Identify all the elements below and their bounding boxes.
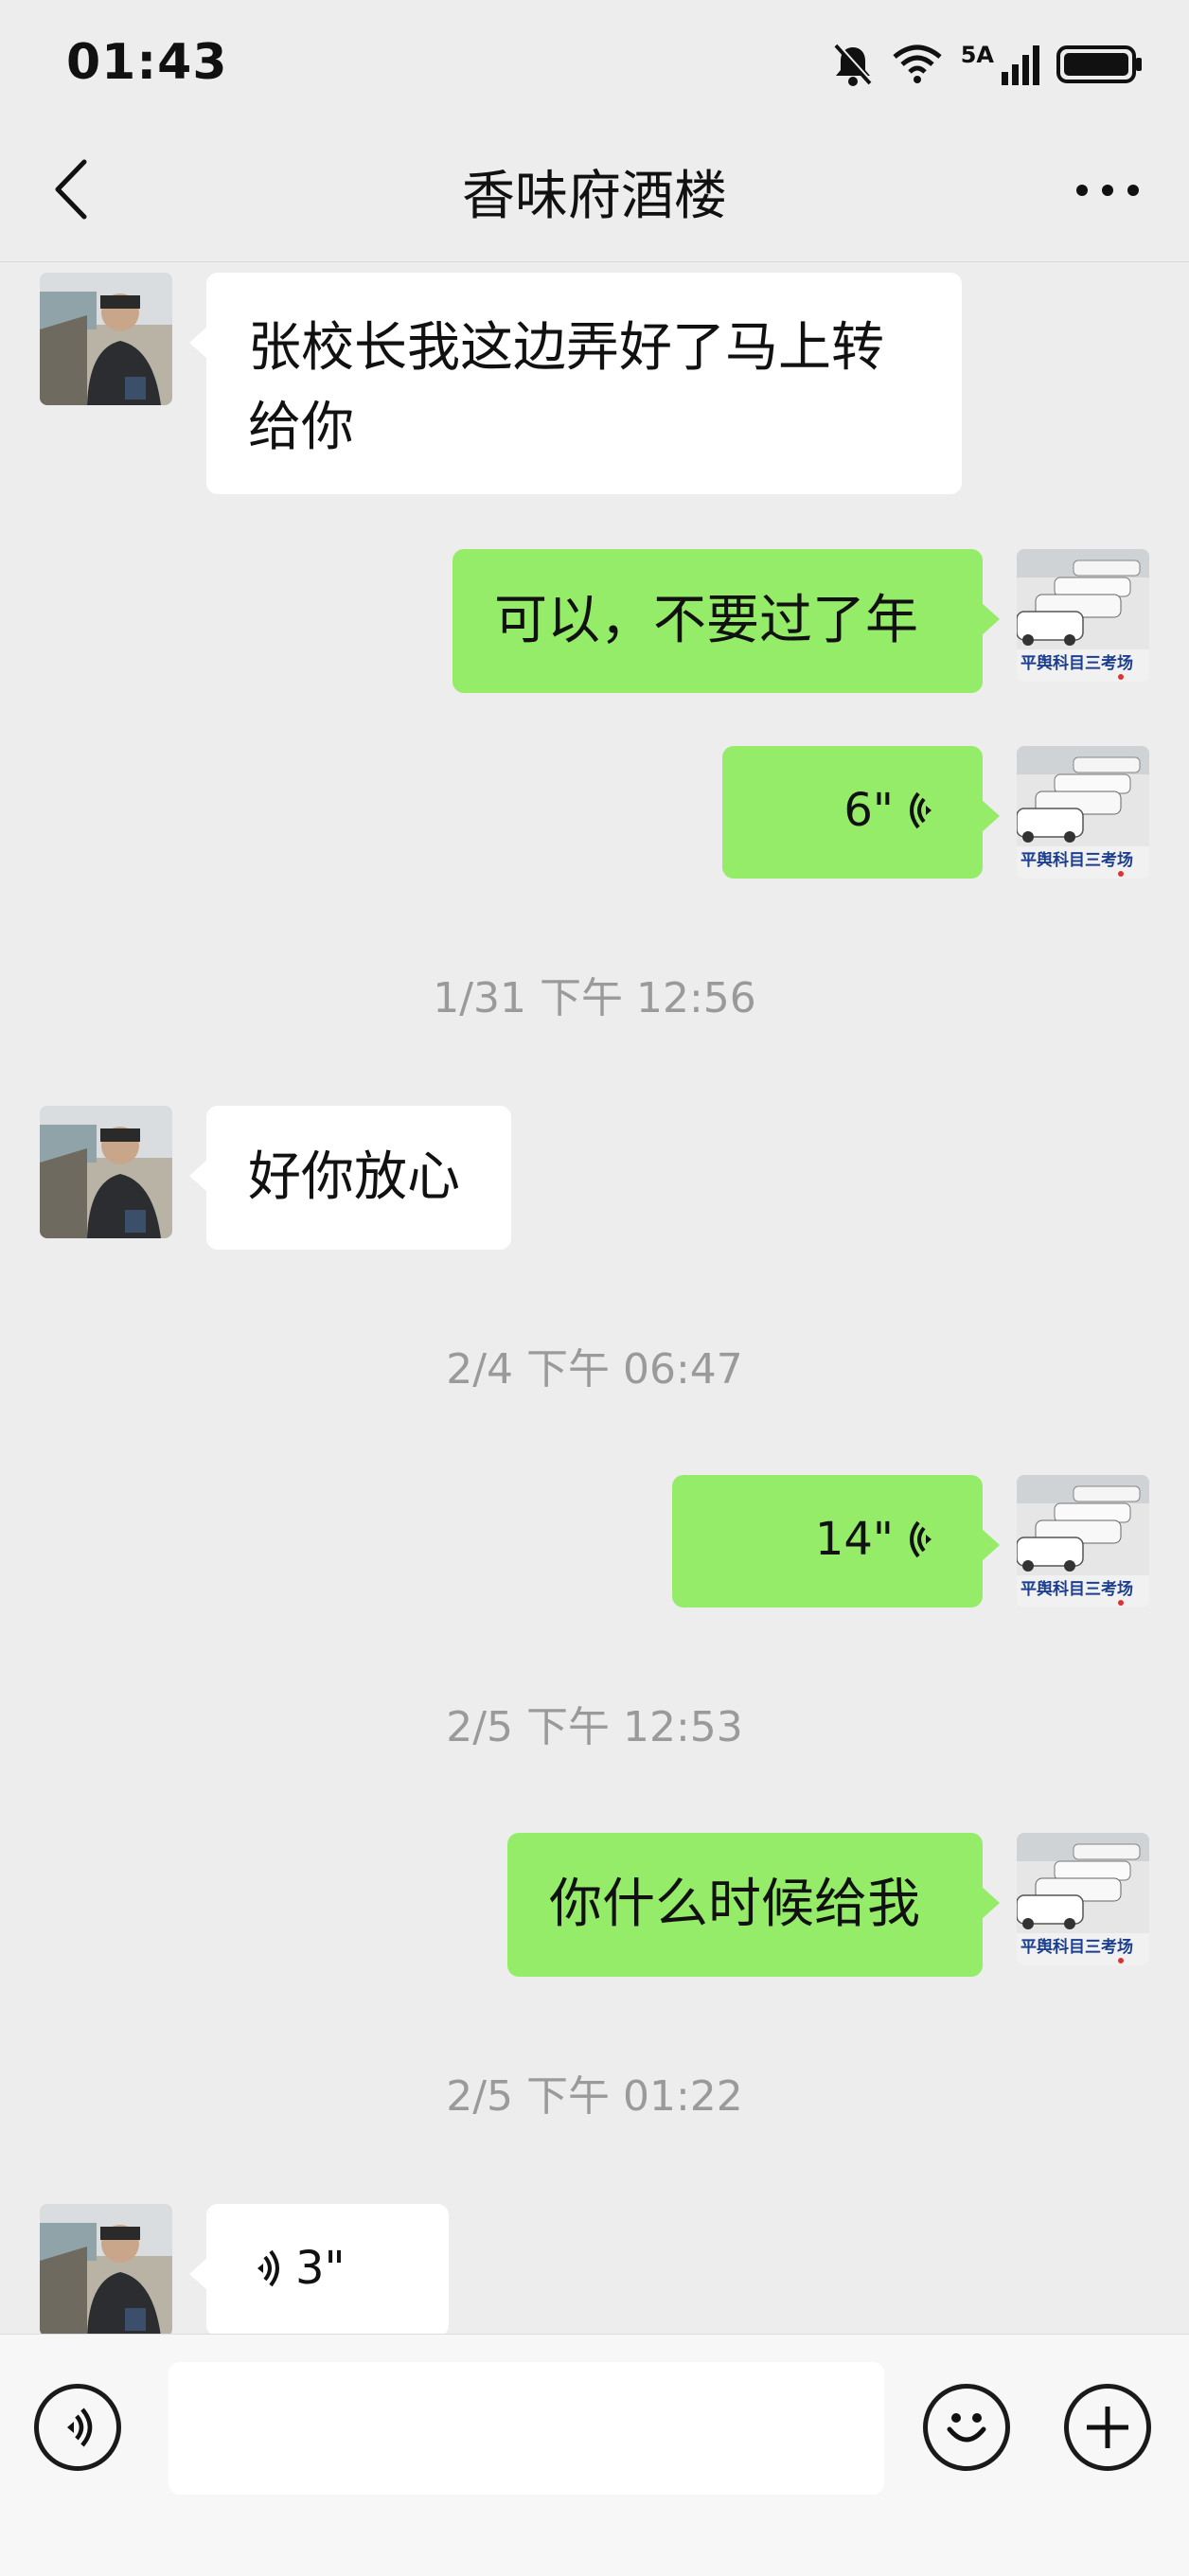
wifi-icon: [891, 44, 944, 89]
emoji-button[interactable]: [923, 2384, 1010, 2471]
voice-message-outgoing[interactable]: 6": [722, 746, 1000, 879]
voice-wave-icon: [910, 1520, 932, 1558]
voice-message-outgoing[interactable]: 14": [672, 1475, 1000, 1608]
bell-muted-icon: [832, 42, 874, 91]
voice-duration: 6": [843, 784, 894, 837]
timestamp: 2/5 下午 01:22: [446, 2072, 743, 2121]
message-bubble-outgoing[interactable]: 可以，不要过了年: [453, 549, 1000, 693]
status-icons: 5A: [832, 38, 1144, 95]
header-divider: [0, 261, 1189, 262]
voice-wave-icon: [910, 791, 932, 829]
message-bubble-incoming[interactable]: 好你放心: [189, 1106, 511, 1250]
message-input[interactable]: [169, 2362, 884, 2495]
contact-avatar[interactable]: [40, 273, 172, 405]
contact-avatar[interactable]: [40, 2204, 172, 2336]
contact-avatar[interactable]: [40, 1106, 172, 1238]
voice-duration: 3": [295, 2242, 346, 2295]
voice-input-icon: [67, 2407, 93, 2447]
timestamp: 2/4 下午 06:47: [446, 1345, 743, 1394]
message-bubble-outgoing[interactable]: 你什么时候给我: [507, 1833, 1000, 1977]
more-dots-icon: [1076, 185, 1139, 196]
emoji-icon: [947, 2413, 986, 2443]
network-badge: 5A: [960, 42, 994, 68]
signal-icon: [1002, 44, 1039, 89]
voice-wave-icon: [257, 2249, 279, 2287]
self-avatar[interactable]: [1017, 1475, 1149, 1608]
self-avatar[interactable]: [1017, 746, 1149, 879]
plus-button[interactable]: [1064, 2384, 1151, 2471]
battery-icon: [1056, 44, 1144, 89]
voice-duration: 14": [814, 1513, 894, 1566]
plus-icon: [1087, 2407, 1128, 2448]
timestamp: 1/31 下午 12:56: [433, 974, 756, 1022]
more-button[interactable]: [1070, 167, 1145, 214]
timestamp: 2/5 下午 12:53: [446, 1703, 743, 1751]
chat-title: 香味府酒楼: [462, 166, 727, 227]
message-bubble-incoming[interactable]: 张校长我这边弄好了马上转给你: [189, 273, 962, 494]
voice-message-incoming[interactable]: 3": [189, 2204, 449, 2336]
voice-input-button[interactable]: [34, 2384, 121, 2471]
status-time: 01:43: [66, 34, 228, 91]
self-avatar[interactable]: [1017, 1833, 1149, 1965]
self-avatar[interactable]: [1017, 549, 1149, 682]
